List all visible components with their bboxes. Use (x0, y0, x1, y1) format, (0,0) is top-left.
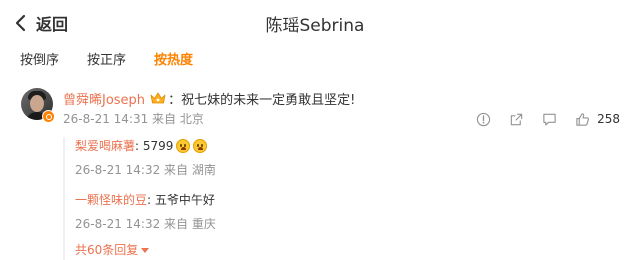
comment-content: 曾舜晞Joseph ：祝七妹的未来一定勇敢且坚定! (63, 88, 355, 108)
header: 返回 陈瑶Sebrina (0, 0, 630, 44)
share-button[interactable] (506, 109, 526, 129)
report-icon (476, 112, 490, 126)
comment-text: ：祝七妹的未来一定勇敢且坚定! (168, 92, 356, 108)
share-icon (510, 113, 522, 125)
comment-actions: 258 (460, 109, 620, 129)
reply-meta: 26-8-21 14:32 来自 重庆 (75, 217, 216, 231)
reply-item: 一颗怪味的豆 : 五爷中午好 26-8-21 14:32 来自 重庆 (75, 191, 620, 233)
more-replies-label: 共60条回复 (75, 243, 139, 257)
tab-by-popularity[interactable]: 按热度 (154, 47, 193, 77)
comment-detail-page: 返回 陈瑶Sebrina 按倒序 按正序 按热度 曾舜晞Joseph ：祝七妹的… (0, 0, 630, 260)
crying-face-icon (176, 139, 191, 153)
crying-face-icon (193, 139, 208, 153)
comment-icon (542, 113, 556, 125)
tab-forward-order[interactable]: 按正序 (87, 47, 126, 77)
reply-text: : 五爷中午好 (147, 193, 215, 207)
reply-button[interactable] (539, 109, 559, 129)
thumbs-up-icon (575, 112, 589, 126)
reply-username[interactable]: 梨爱喝麻薯 (75, 137, 135, 155)
verified-badge-icon (42, 110, 55, 123)
reply-text: : 5799 (135, 139, 174, 153)
reply-username[interactable]: 一颗怪味的豆 (75, 191, 147, 209)
report-button[interactable] (473, 109, 493, 129)
caret-down-icon (141, 248, 150, 253)
crown-icon (150, 91, 166, 105)
sort-tabs: 按倒序 按正序 按热度 (0, 47, 630, 77)
comment-meta: 26-8-21 14:31 来自 北京 (63, 112, 204, 126)
comment-username[interactable]: 曾舜晞Joseph (63, 89, 145, 108)
like-button[interactable] (572, 109, 592, 129)
more-replies-link[interactable]: 共60条回复 (75, 241, 150, 258)
replies-block: 梨爱喝麻薯 : 5799 26-8-21 14:32 来自 湖南 一颗怪味的豆 … (63, 137, 620, 260)
page-title: 陈瑶Sebrina (265, 16, 365, 36)
like-count: 258 (597, 112, 620, 126)
reply-meta: 26-8-21 14:32 来自 湖南 (75, 163, 216, 177)
reply-item: 梨爱喝麻薯 : 5799 26-8-21 14:32 来自 湖南 (75, 137, 620, 179)
tab-reverse-order[interactable]: 按倒序 (20, 47, 59, 77)
